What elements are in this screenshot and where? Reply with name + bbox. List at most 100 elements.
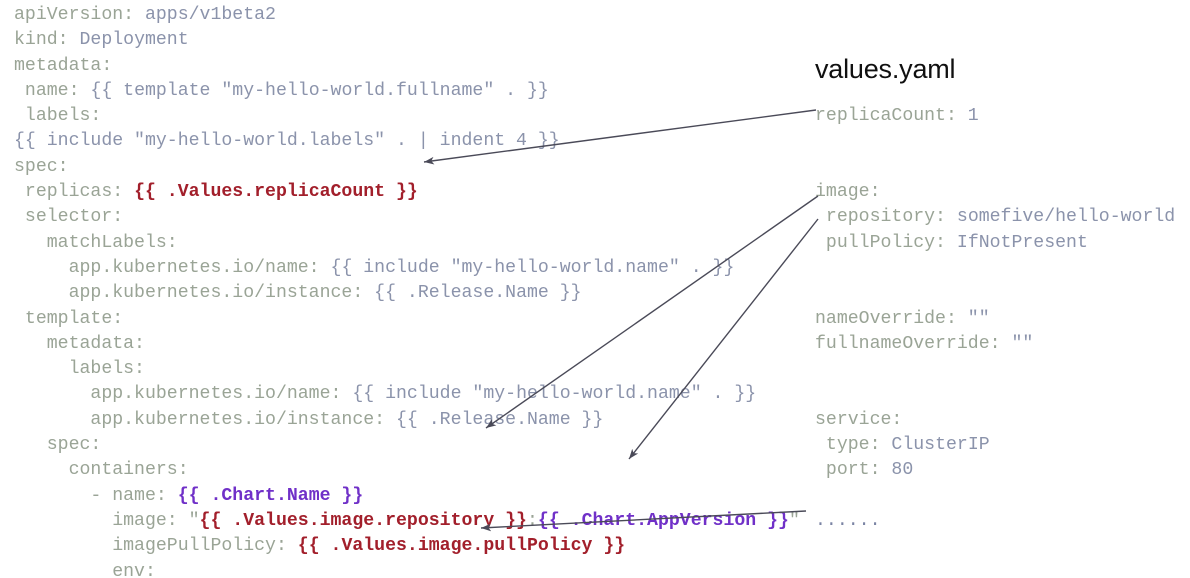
code-token: {{ template "my-hello-world.fullname" . … (79, 80, 549, 101)
code-token: repository: (815, 207, 946, 228)
code-token: spec: (14, 156, 69, 177)
code-token: image: " (14, 510, 200, 531)
code-line: metadata: (14, 54, 800, 79)
values-yaml-code: replicaCount: 1 image: repository: somef… (815, 3, 1175, 578)
code-token: replicaCount: (815, 106, 957, 127)
code-line: service: (815, 408, 1175, 433)
code-line: type: ClusterIP (815, 433, 1175, 458)
code-token: {{ include "my-hello-world.labels" . | i… (14, 131, 560, 152)
code-token: apiVersion: (14, 5, 135, 25)
code-line: name: {{ template "my-hello-world.fullna… (14, 79, 800, 104)
code-line: metadata: (14, 332, 800, 357)
code-line: app.kubernetes.io/instance: {{ .Release.… (14, 408, 800, 433)
code-token: app.kubernetes.io/instance: (14, 409, 386, 430)
code-token: selector: (14, 207, 124, 228)
code-line: app.kubernetes.io/instance: {{ .Release.… (14, 281, 800, 306)
code-line: selector: (14, 205, 800, 230)
code-token: {{ .Values.image.pullPolicy }} (297, 536, 626, 557)
code-token: Deployment (68, 30, 189, 51)
code-token: ClusterIP (880, 435, 990, 456)
code-token: 1 (956, 106, 979, 127)
code-line: apiVersion: apps/v1beta2 (14, 3, 800, 28)
code-token: app.kubernetes.io/instance: (14, 283, 364, 304)
code-token: port: (815, 460, 881, 481)
code-token: labels: (14, 106, 102, 127)
code-token: fullnameOverride: (815, 333, 1001, 354)
code-token: - name: (14, 485, 178, 506)
code-line: env: (14, 560, 800, 578)
code-line: fullnameOverride: "" (815, 332, 1175, 357)
code-token: "" (1000, 333, 1034, 354)
code-line: spec: (14, 433, 800, 458)
code-token: spec: (14, 435, 102, 456)
code-token: IfNotPresent (945, 232, 1088, 253)
code-token: metadata: (14, 333, 145, 354)
code-token: {{ .Chart.AppVersion }} (537, 510, 789, 531)
code-line: app.kubernetes.io/name: {{ include "my-h… (14, 382, 800, 407)
code-token: {{ .Chart.Name }} (177, 485, 364, 506)
code-line: imagePullPolicy: {{ .Values.image.pullPo… (14, 534, 800, 559)
code-line: containers: (14, 458, 800, 483)
code-token: labels: (14, 359, 145, 380)
slide-canvas: apiVersion: apps/v1beta2 kind: Deployment… (0, 0, 1190, 578)
code-token: {{ .Release.Name }} (363, 283, 582, 304)
code-token: {{ .Values.replicaCount }} (134, 182, 418, 203)
code-line: ...... (815, 509, 1175, 534)
code-token: matchLabels: (14, 232, 178, 253)
code-line: matchLabels: (14, 231, 800, 256)
code-token: image: (815, 182, 881, 203)
code-line: pullPolicy: IfNotPresent (815, 231, 1175, 256)
code-line: {{ include "my-hello-world.labels" . | i… (14, 129, 800, 154)
code-token: : (526, 510, 538, 531)
code-line: image: "{{ .Values.image.repository }}:{… (14, 509, 800, 534)
code-token: {{ .Release.Name }} (385, 409, 604, 430)
code-line: app.kubernetes.io/name: {{ include "my-h… (14, 256, 800, 281)
code-token: template: (14, 308, 124, 329)
code-token: {{ .Values.image.repository }} (199, 510, 527, 531)
code-token: {{ include "my-hello-world.name" . }} (319, 257, 735, 278)
code-line: kind: Deployment (14, 28, 800, 53)
code-token: containers: (14, 460, 189, 481)
deployment-template-code: apiVersion: apps/v1beta2 kind: Deployment… (14, 3, 800, 578)
code-line: replicaCount: 1 (815, 104, 1175, 129)
code-token: apps/v1beta2 (134, 5, 276, 25)
code-token: ...... (815, 510, 881, 531)
code-token: name: (14, 80, 80, 101)
code-line: image: (815, 180, 1175, 205)
code-token: imagePullPolicy: (14, 536, 298, 557)
code-token: nameOverride: (815, 308, 957, 329)
code-token: app.kubernetes.io/name: (14, 257, 320, 278)
code-token: service: (815, 409, 903, 430)
code-token: "" (956, 308, 990, 329)
code-token: {{ include "my-hello-world.name" . }} (341, 384, 757, 405)
code-line: labels: (14, 104, 800, 129)
code-token: pullPolicy: (815, 232, 946, 253)
code-token: type: (815, 435, 881, 456)
code-token: replicas: (14, 182, 135, 203)
code-token: env: (14, 561, 156, 578)
code-token: " (788, 510, 800, 531)
code-line: spec: (14, 155, 800, 180)
code-line: nameOverride: "" (815, 307, 1175, 332)
code-line: template: (14, 307, 800, 332)
code-token: somefive/hello-world (945, 207, 1176, 228)
code-line: repository: somefive/hello-world (815, 205, 1175, 230)
code-token: 80 (880, 460, 914, 481)
code-token: kind: (14, 30, 69, 51)
code-token: metadata: (14, 55, 113, 76)
code-line: labels: (14, 357, 800, 382)
code-line: replicas: {{ .Values.replicaCount }} (14, 180, 800, 205)
